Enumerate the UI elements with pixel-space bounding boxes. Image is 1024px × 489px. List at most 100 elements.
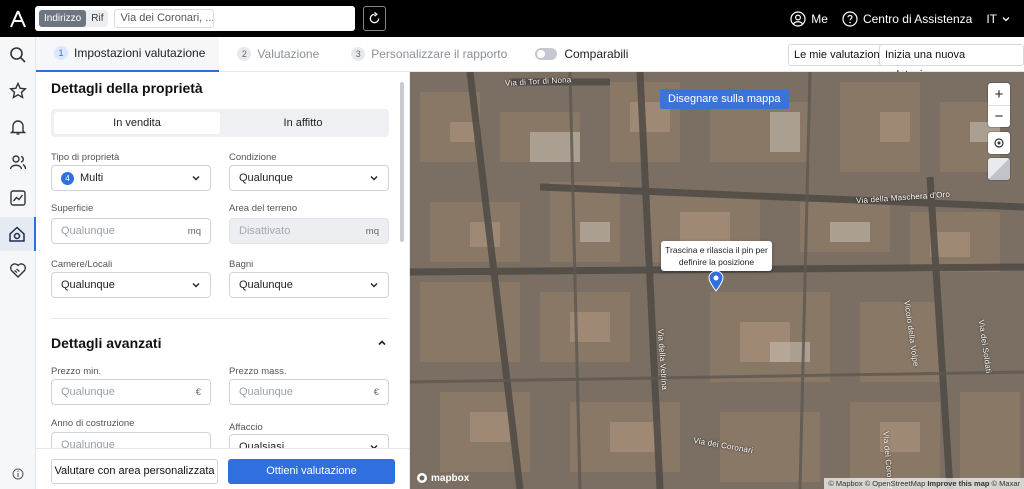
- valuation-form-panel: Dettagli della proprietà In vendita In a…: [36, 72, 410, 489]
- locate-button[interactable]: [988, 132, 1010, 154]
- surface-unit: mq: [187, 225, 201, 237]
- chevron-up-icon[interactable]: [377, 338, 387, 348]
- nav-search[interactable]: [0, 38, 36, 72]
- panel-scrollbar[interactable]: [400, 82, 404, 242]
- selected-count-badge: 4: [61, 171, 74, 185]
- custom-area-valuation-button[interactable]: Valutare con area personalizzata: [51, 459, 218, 484]
- mapbox-logo: mapbox: [416, 472, 469, 484]
- tab-valuation-settings[interactable]: 1 Impostazioni valutazione: [36, 36, 220, 72]
- condition-select[interactable]: Qualunque: [229, 165, 389, 191]
- listing-for-sale[interactable]: In vendita: [54, 112, 220, 134]
- help-center-link[interactable]: Centro di Assistenza: [842, 10, 972, 27]
- user-icon: [790, 10, 806, 27]
- year-built-label: Anno di costruzione: [51, 418, 135, 429]
- search-mode-ref[interactable]: Rif: [86, 10, 108, 27]
- get-valuation-button[interactable]: Ottieni valutazione: [228, 459, 395, 484]
- language-label: IT: [986, 11, 997, 26]
- maxar-attribution[interactable]: © Maxar: [992, 479, 1020, 488]
- zoom-in-button[interactable]: +: [988, 83, 1010, 105]
- chevron-down-icon: [1002, 16, 1010, 21]
- mapbox-icon: [417, 473, 427, 483]
- location-pin-icon[interactable]: [707, 270, 725, 292]
- tab-label: Impostazioni valutazione: [74, 46, 206, 60]
- home-valuation-icon: [9, 226, 25, 242]
- land-area-placeholder: Disattivato: [239, 225, 291, 237]
- tab-label: Valutazione: [257, 47, 320, 61]
- help-icon: [842, 10, 858, 27]
- listing-for-rent[interactable]: In affitto: [220, 112, 386, 134]
- improve-map-link[interactable]: Improve this map: [927, 479, 989, 488]
- land-area-unit: mq: [365, 225, 379, 237]
- surface-input[interactable]: Qualunque mq: [51, 218, 211, 244]
- nav-analytics[interactable]: [0, 181, 36, 215]
- new-valuation-button[interactable]: Inizia una nuova valutazione: [879, 44, 1024, 81]
- price-min-input[interactable]: Qualunque €: [51, 379, 211, 405]
- map-attribution: © Mapbox © OpenStreetMap Improve this ma…: [824, 478, 1024, 489]
- condition-value: Qualunque: [239, 172, 293, 184]
- tab-label: Personalizzare il rapporto: [371, 47, 508, 61]
- tab-valuation[interactable]: 2 Valutazione: [219, 37, 333, 72]
- tab-customize-report[interactable]: 3 Personalizzare il rapporto: [333, 37, 521, 72]
- target-icon: [994, 138, 1004, 148]
- draw-on-map-button[interactable]: Disegnare sulla mappa: [660, 89, 789, 109]
- property-type-select[interactable]: 4 Multi: [51, 165, 211, 191]
- nav-info[interactable]: [0, 457, 36, 489]
- price-min-label: Prezzo min.: [51, 366, 102, 377]
- logo-icon: [10, 10, 26, 27]
- satellite-map[interactable]: Via di Tor di Nona Via della Maschera d'…: [410, 72, 1024, 489]
- zoom-out-button[interactable]: −: [988, 105, 1010, 127]
- surface-label: Superficie: [51, 203, 94, 214]
- view-label: Affaccio: [229, 422, 263, 433]
- bell-icon: [9, 120, 27, 135]
- users-icon: [9, 155, 27, 170]
- attribution-text[interactable]: © Mapbox © OpenStreetMap: [828, 479, 925, 488]
- price-max-unit: €: [373, 386, 379, 398]
- nav-deals[interactable]: [0, 253, 36, 287]
- listing-type-toggle: In vendita In affitto: [51, 109, 389, 137]
- surface-placeholder: Qualunque: [61, 225, 115, 237]
- profile-menu[interactable]: Me: [790, 10, 828, 27]
- section-divider: [51, 318, 389, 319]
- rooms-label: Camere/Locali: [51, 259, 113, 270]
- app-logo[interactable]: [0, 0, 36, 37]
- property-type-value: Multi: [80, 172, 104, 184]
- map-style-thumbnail-icon: [988, 158, 1010, 180]
- pin-tooltip: Trascina e rilascia il pin per definire …: [661, 241, 772, 271]
- my-valuations-button[interactable]: Le mie valutazioni: [788, 44, 889, 66]
- toggle-switch[interactable]: [535, 48, 558, 60]
- nav-contacts[interactable]: [0, 145, 36, 179]
- property-details-title: Dettagli della proprietà: [51, 80, 203, 96]
- map-style-control[interactable]: [988, 158, 1010, 180]
- zoom-controls: + −: [988, 83, 1010, 127]
- language-selector[interactable]: IT: [986, 12, 1010, 26]
- price-max-label: Prezzo mass.: [229, 366, 287, 377]
- step-number: 1: [54, 46, 68, 60]
- condition-label: Condizione: [229, 152, 277, 163]
- nav-valuation[interactable]: [0, 217, 36, 251]
- bathrooms-label: Bagni: [229, 259, 254, 270]
- comparables-label: Comparabili: [564, 47, 629, 61]
- address-search-input[interactable]: Via dei Coronari, ...: [114, 9, 215, 28]
- chevron-down-icon: [192, 176, 200, 181]
- nav-alerts[interactable]: [0, 110, 36, 144]
- mapbox-logo-text: mapbox: [431, 472, 470, 484]
- chart-icon: [10, 190, 26, 206]
- refresh-icon: [369, 12, 380, 24]
- step-number: 2: [237, 47, 252, 61]
- refresh-button[interactable]: [363, 6, 386, 31]
- top-bar: Indirizzo Rif Via dei Coronari, ... Me C…: [0, 0, 1024, 37]
- price-min-unit: €: [195, 386, 201, 398]
- tooltip-line: Trascina e rilascia il pin per: [665, 245, 768, 255]
- price-max-input[interactable]: Qualunque €: [229, 379, 389, 405]
- info-icon: [12, 468, 24, 480]
- land-area-input: Disattivato mq: [229, 218, 389, 244]
- rooms-select[interactable]: Qualunque: [51, 272, 211, 298]
- nav-favorites[interactable]: [0, 74, 36, 108]
- price-max-placeholder: Qualunque: [239, 386, 293, 398]
- search-icon: [10, 47, 26, 63]
- comparables-toggle[interactable]: Comparabili: [535, 47, 628, 61]
- land-area-label: Area del terreno: [229, 203, 298, 214]
- bathrooms-select[interactable]: Qualunque: [229, 272, 389, 298]
- search-mode-address[interactable]: Indirizzo: [39, 10, 87, 27]
- chevron-down-icon: [370, 176, 378, 181]
